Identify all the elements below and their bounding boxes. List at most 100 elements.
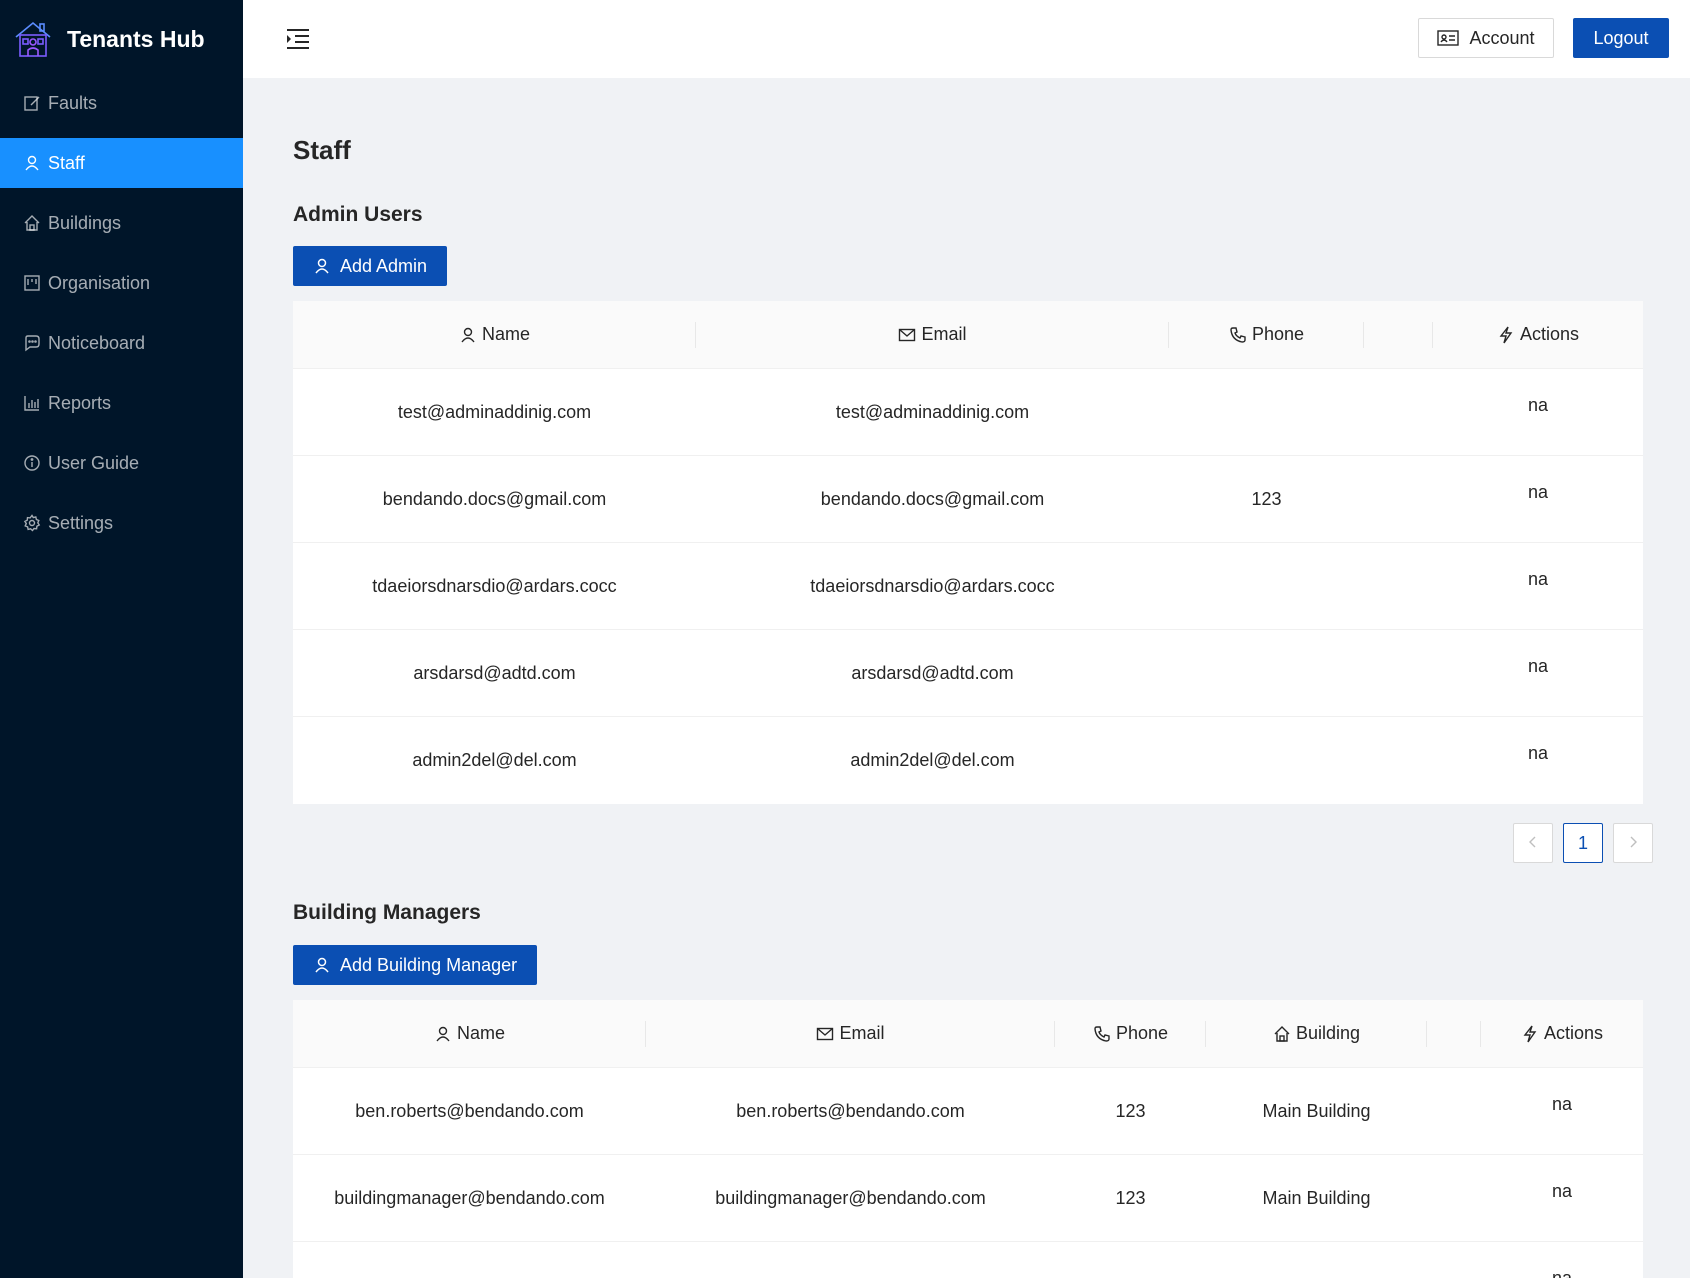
phone-icon [1093, 1025, 1111, 1043]
page-title: Staff [293, 135, 351, 165]
table-row[interactable]: bendando.docs@gmail.com bendando.docs@gm… [293, 456, 1643, 543]
cell-spacer [1364, 630, 1433, 716]
column-label: Name [456, 1023, 505, 1043]
id-card-icon [1437, 29, 1460, 47]
table-row[interactable]: ben.roberts@bendando.com ben.roberts@ben… [293, 1068, 1643, 1155]
cell-phone [1169, 543, 1364, 629]
sidebar-item-settings[interactable]: Settings [0, 498, 243, 548]
sidebar-item-label: Reports [48, 392, 112, 413]
column-label: Name [481, 324, 530, 344]
home-icon [23, 214, 41, 232]
sidebar-item-faults[interactable]: Faults [0, 78, 243, 128]
account-button[interactable]: Account [1418, 18, 1554, 58]
menu-unfold-icon[interactable] [285, 26, 311, 52]
add-building-manager-button[interactable]: Add Building Manager [293, 945, 538, 985]
phone-icon [1229, 326, 1247, 344]
user-icon [313, 257, 331, 275]
edit-icon [23, 94, 41, 112]
building-managers-table: Name Email Phone Building Actions ben.ro… [293, 1000, 1643, 1278]
next-page-button[interactable] [1613, 823, 1653, 863]
cell-spacer [1364, 369, 1433, 455]
cell-building [1206, 1242, 1427, 1278]
cell-actions: na [1551, 1268, 1573, 1278]
cell-actions: na [1527, 395, 1549, 415]
chevron-right-icon [1626, 833, 1640, 854]
home-icon [1273, 1025, 1291, 1043]
bar-chart-icon [23, 394, 41, 412]
sidebar-item-noticeboard[interactable]: Noticeboard [0, 318, 243, 368]
gear-icon [23, 514, 41, 532]
sidebar-item-label: Settings [48, 512, 114, 533]
column-header-actions: Actions [1481, 1000, 1643, 1067]
table-header: Name Email Phone Building Actions [293, 1000, 1643, 1068]
cell-phone: 123 [1115, 1187, 1146, 1208]
user-icon [23, 154, 41, 172]
column-header-phone[interactable]: Phone [1055, 1000, 1206, 1067]
cell-email: tdaeiorsdnarsdio@ardars.cocc [810, 575, 1055, 596]
cell-name: test@adminaddinig.com [397, 401, 592, 422]
prev-page-button[interactable] [1513, 823, 1553, 863]
page-number-button[interactable]: 1 [1563, 823, 1603, 863]
brand[interactable]: Tenants Hub [0, 0, 243, 78]
column-header-spacer [1427, 1000, 1481, 1067]
table-row[interactable]: tdaeiorsdnarsdio@ardars.cocc tdaeiorsdna… [293, 543, 1643, 630]
table-row[interactable]: admin2del@del.com admin2del@del.com na [293, 717, 1643, 804]
table-row[interactable]: buildingmanager@bendando.com buildingman… [293, 1155, 1643, 1242]
thunderbolt-icon [1497, 326, 1515, 344]
column-header-email[interactable]: Email [696, 301, 1169, 368]
user-icon [459, 326, 477, 344]
user-icon [434, 1025, 452, 1043]
cell-name [293, 1242, 646, 1278]
column-label: Email [839, 1023, 885, 1043]
add-admin-button[interactable]: Add Admin [293, 246, 448, 286]
table-row[interactable]: test@adminaddinig.com test@adminaddinig.… [293, 369, 1643, 456]
column-label: Building [1295, 1023, 1361, 1043]
column-header-phone[interactable]: Phone [1169, 301, 1364, 368]
sidebar-item-label: Buildings [48, 212, 122, 233]
page-scrollbar[interactable] [1671, 78, 1690, 1278]
sidebar-item-label: Noticeboard [48, 332, 146, 353]
table-row[interactable]: arsdarsd@adtd.com arsdarsd@adtd.com na [293, 630, 1643, 717]
cell-spacer [1427, 1068, 1481, 1154]
building-managers-title: Building Managers [293, 901, 481, 924]
cell-name: admin2del@del.com [412, 750, 577, 770]
column-label: Actions [1519, 324, 1580, 344]
cell-email: ben.roberts@bendando.com [736, 1100, 965, 1121]
cell-name: ben.roberts@bendando.com [355, 1100, 584, 1121]
add-admin-label: Add Admin [340, 255, 428, 276]
building-logo-icon [13, 19, 53, 59]
column-header-name[interactable]: Name [293, 1000, 646, 1067]
cell-email: buildingmanager@bendando.com [715, 1187, 986, 1208]
cell-name: buildingmanager@bendando.com [334, 1187, 605, 1208]
info-circle-icon [23, 454, 41, 472]
sidebar-item-reports[interactable]: Reports [0, 378, 243, 428]
cell-name: bendando.docs@gmail.com [382, 488, 607, 509]
table-row[interactable]: na [293, 1242, 1643, 1278]
sidebar-item-user-guide[interactable]: User Guide [0, 438, 243, 488]
cell-email: admin2del@del.com [850, 750, 1015, 770]
cell-spacer [1364, 543, 1433, 629]
cell-email [646, 1242, 1055, 1278]
column-label: Email [921, 324, 967, 344]
cell-email: bendando.docs@gmail.com [820, 488, 1045, 509]
sidebar-item-label: Organisation [48, 272, 151, 293]
logout-button[interactable]: Logout [1573, 18, 1669, 58]
sidebar-item-buildings[interactable]: Buildings [0, 198, 243, 248]
message-icon [23, 334, 41, 352]
column-header-building[interactable]: Building [1206, 1000, 1427, 1067]
cell-spacer [1427, 1155, 1481, 1241]
sidebar-item-organisation[interactable]: Organisation [0, 258, 243, 308]
admin-users-table: Name Email Phone Actions test@adminaddin… [293, 301, 1643, 804]
sidebar-item-staff[interactable]: Staff [0, 138, 243, 188]
table-header: Name Email Phone Actions [293, 301, 1643, 369]
sidebar-item-label: Staff [48, 152, 85, 173]
column-header-email[interactable]: Email [646, 1000, 1055, 1067]
column-header-name[interactable]: Name [293, 301, 696, 368]
cell-spacer [1427, 1242, 1481, 1278]
cell-spacer [1364, 717, 1433, 804]
project-icon [23, 274, 41, 292]
admin-pagination: 1 [1503, 823, 1653, 863]
cell-actions: na [1527, 656, 1549, 676]
column-label: Phone [1251, 324, 1305, 344]
column-label: Phone [1115, 1023, 1169, 1043]
